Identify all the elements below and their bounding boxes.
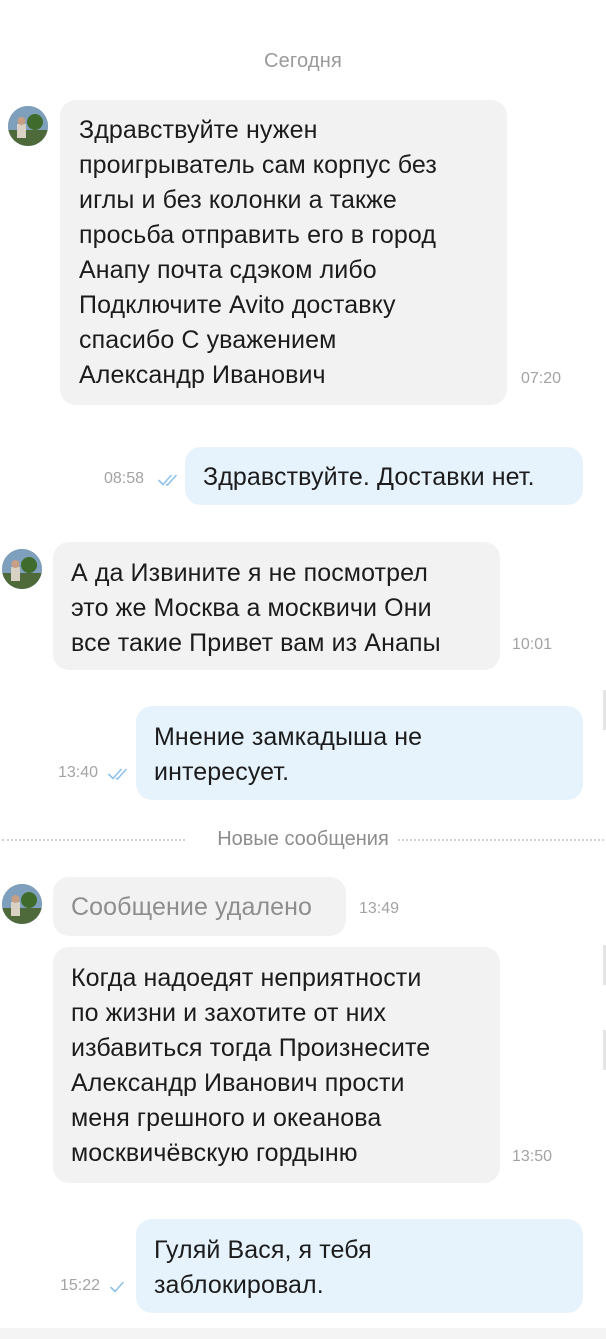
message-text: А да Извините я не посмотрел это же Моск…	[71, 559, 441, 657]
chat-thread[interactable]: Сегодня Здравствуйте нужен проигрыватель…	[0, 0, 606, 1339]
sender-avatar[interactable]	[8, 106, 48, 146]
sender-avatar[interactable]	[2, 549, 42, 589]
message-text: Здравствуйте. Доставки нет.	[203, 463, 535, 491]
message-text: Здравствуйте нужен проигрыватель сам кор…	[79, 116, 437, 389]
message-text: Когда надоедят неприятности по жизни и з…	[71, 964, 431, 1167]
date-separator: Сегодня	[263, 50, 343, 72]
sender-avatar[interactable]	[2, 884, 42, 924]
message-time: 07:20	[521, 370, 562, 387]
single-check-icon	[108, 1280, 130, 1294]
deleted-message-text: Сообщение удалено	[71, 893, 313, 921]
message-time: 08:58	[104, 470, 145, 487]
message-time: 13:50	[512, 1148, 553, 1165]
message-text: Мнение замкадыша не интересует.	[154, 723, 423, 786]
avatar-photo-icon	[2, 549, 42, 589]
avatar-photo-icon	[2, 884, 42, 924]
composer-bar-edge	[0, 1328, 606, 1339]
message-time: 13:40	[58, 764, 99, 781]
message-text: Гуляй Вася, я тебя заблокировал.	[154, 1236, 372, 1299]
message-time: 10:01	[512, 636, 553, 653]
divider-line-right	[398, 839, 604, 841]
double-check-icon	[158, 473, 180, 487]
new-messages-divider: Новые сообщения	[0, 828, 606, 850]
message-time: 13:49	[359, 900, 400, 917]
double-check-icon	[108, 767, 130, 781]
message-time: 15:22	[60, 1277, 101, 1294]
avatar-photo-icon	[8, 106, 48, 146]
